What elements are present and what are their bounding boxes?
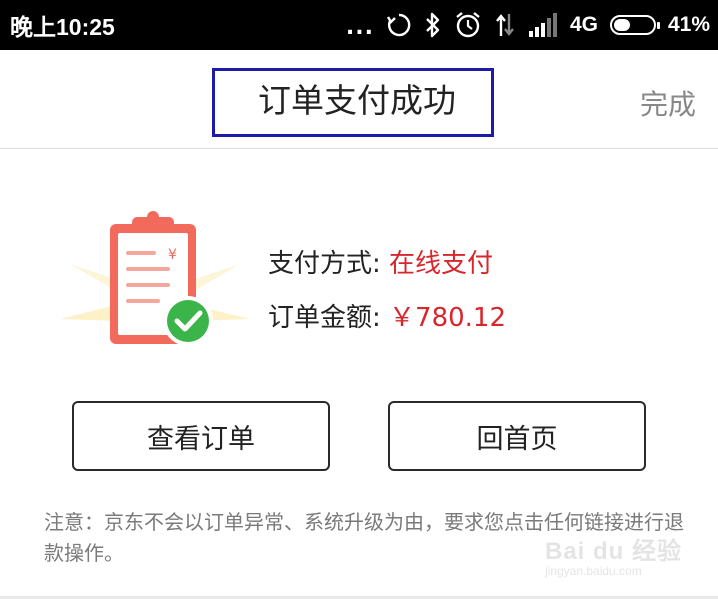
- order-amount-row: 订单金额: ￥780.12: [268, 291, 506, 345]
- more-dots-icon: ...: [345, 14, 374, 40]
- data-transfer-icon: [496, 14, 514, 36]
- battery-icon: [609, 15, 660, 35]
- order-amount-label: 订单金额:: [268, 303, 390, 333]
- signal-icon: [528, 13, 557, 37]
- sync-icon: [386, 13, 411, 37]
- bottom-divider: [0, 596, 718, 599]
- main-content: ¥ 支付方式: 在线支付 订单金额: ￥780.12 查看订单 回首页 注意：京…: [0, 149, 718, 601]
- status-icons: ... 4G 41%: [346, 7, 710, 43]
- status-bar: 晚上10:25 ... 4G 41%: [0, 0, 718, 50]
- done-button[interactable]: 完成: [640, 83, 696, 123]
- order-amount-value: ￥780.12: [389, 303, 507, 333]
- payment-method-row: 支付方式: 在线支付: [268, 237, 506, 291]
- page-title: 订单支付成功: [258, 81, 456, 120]
- payment-success-illustration: ¥: [60, 211, 250, 346]
- status-time: 晚上10:25: [10, 14, 115, 40]
- svg-text:¥: ¥: [168, 247, 177, 263]
- alarm-icon: [456, 12, 480, 38]
- header-bar: 订单支付成功 完成: [0, 50, 718, 149]
- network-type: 4G: [569, 13, 598, 36]
- battery-nub: [656, 22, 660, 29]
- battery-percent: 41%: [667, 13, 710, 36]
- battery-fill: [613, 19, 630, 31]
- payment-method-value: 在线支付: [389, 249, 494, 279]
- baidu-watermark: Bai du 经验 jingyan.baidu.com: [545, 531, 682, 578]
- bluetooth-icon: [426, 12, 440, 38]
- watermark-logo-text: Bai du 经验: [544, 538, 682, 565]
- payment-method-label: 支付方式:: [268, 249, 390, 279]
- watermark-url: jingyan.baidu.com: [544, 564, 642, 578]
- home-button[interactable]: 回首页: [388, 401, 646, 471]
- payment-info: 支付方式: 在线支付 订单金额: ￥780.12: [268, 237, 506, 345]
- view-order-button[interactable]: 查看订单: [72, 401, 330, 471]
